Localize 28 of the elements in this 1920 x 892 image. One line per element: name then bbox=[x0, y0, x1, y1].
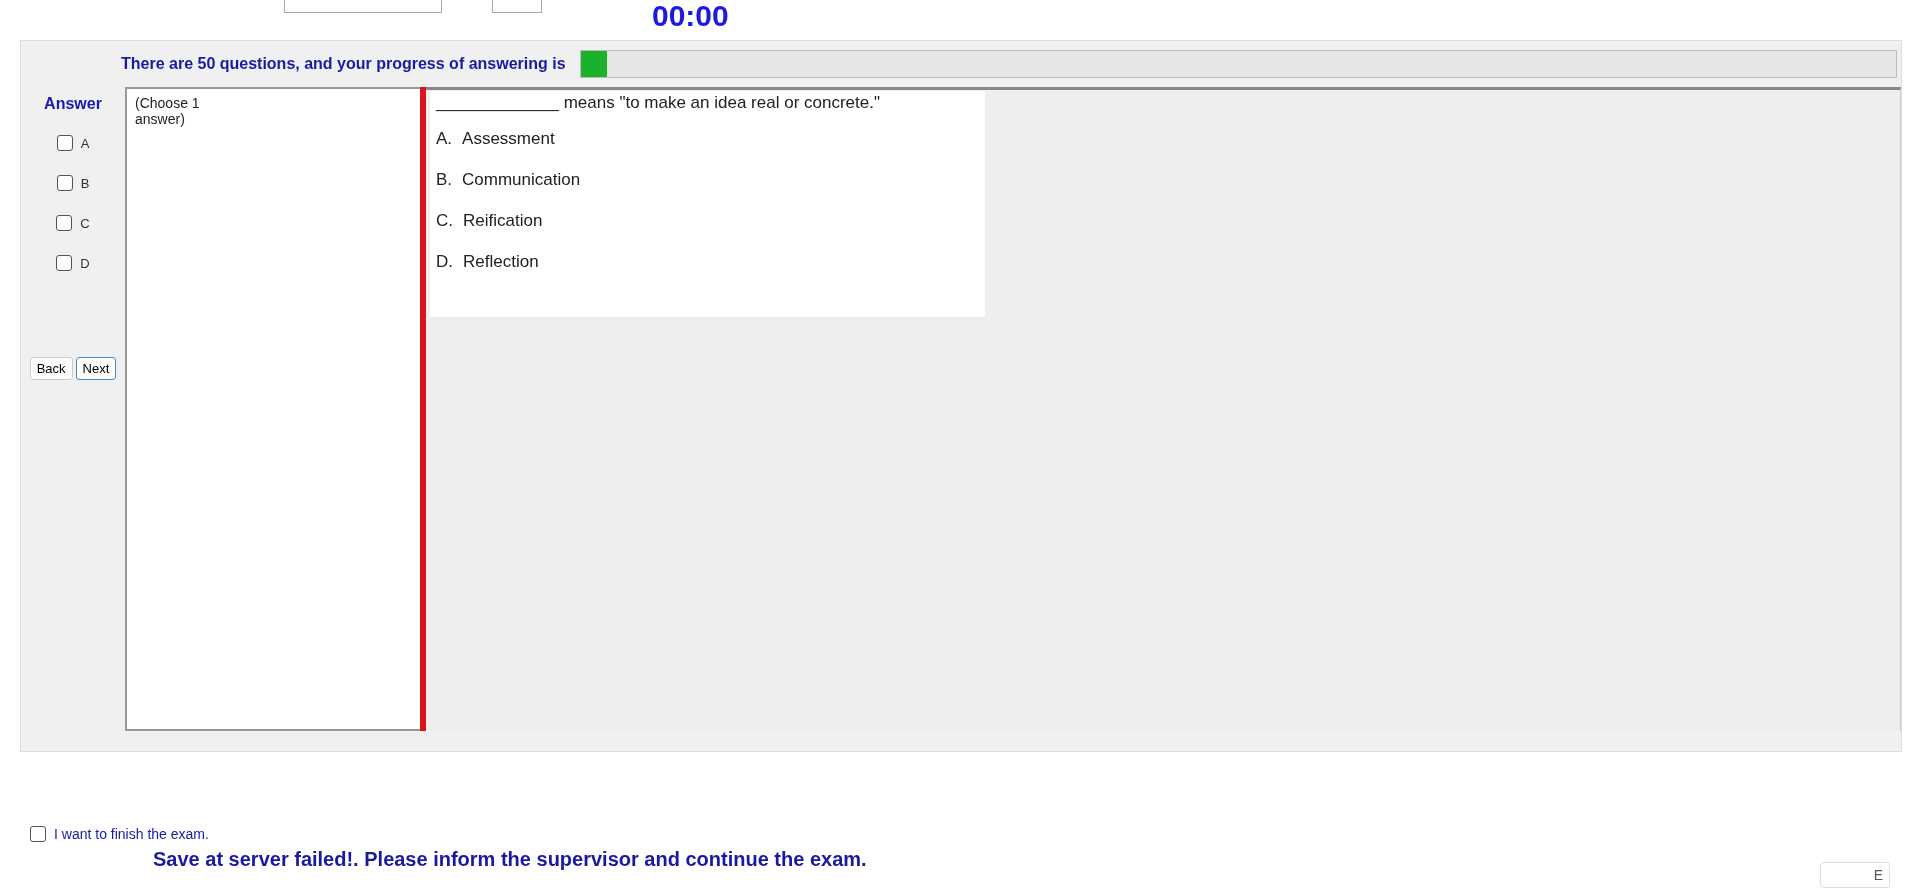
back-button[interactable]: Back bbox=[29, 357, 73, 380]
question-text: _____________ means "to make an idea real or concrete." bbox=[436, 93, 881, 113]
checkbox[interactable] bbox=[56, 175, 73, 191]
answer-title: Answer bbox=[44, 95, 102, 113]
option-label: A bbox=[80, 135, 90, 151]
instruction-text: (Choose 1 answer) bbox=[135, 95, 201, 127]
choice-text: Reflection bbox=[463, 252, 539, 273]
next-button[interactable]: Next bbox=[75, 357, 117, 380]
choice-letter: C. bbox=[436, 211, 453, 232]
option-label: B bbox=[80, 175, 90, 191]
checkbox[interactable] bbox=[56, 135, 73, 151]
progress-label: There are 50 questions, and your progress of answering is bbox=[121, 55, 566, 73]
choice-letter: D. bbox=[436, 252, 453, 273]
choice-text: Reification bbox=[463, 211, 543, 232]
input-field[interactable] bbox=[492, 0, 542, 13]
exit-button[interactable]: E bbox=[1820, 862, 1890, 888]
checkbox[interactable] bbox=[30, 826, 46, 842]
checkbox[interactable] bbox=[56, 215, 73, 231]
option-label: C bbox=[80, 215, 90, 231]
countdown-timer: 00:00 bbox=[652, 0, 729, 32]
status-message: Save at server failed!. Please inform the supervisor and continue the exam. bbox=[153, 848, 868, 871]
checkbox[interactable] bbox=[56, 255, 73, 271]
choice-text: Communication bbox=[462, 170, 581, 191]
option-label: D bbox=[80, 255, 90, 271]
choice-letter: A. bbox=[436, 129, 453, 150]
choice-letter: B. bbox=[436, 170, 453, 191]
finish-label: I want to finish the exam. bbox=[54, 826, 209, 842]
choice-text: Assessment bbox=[462, 129, 555, 150]
